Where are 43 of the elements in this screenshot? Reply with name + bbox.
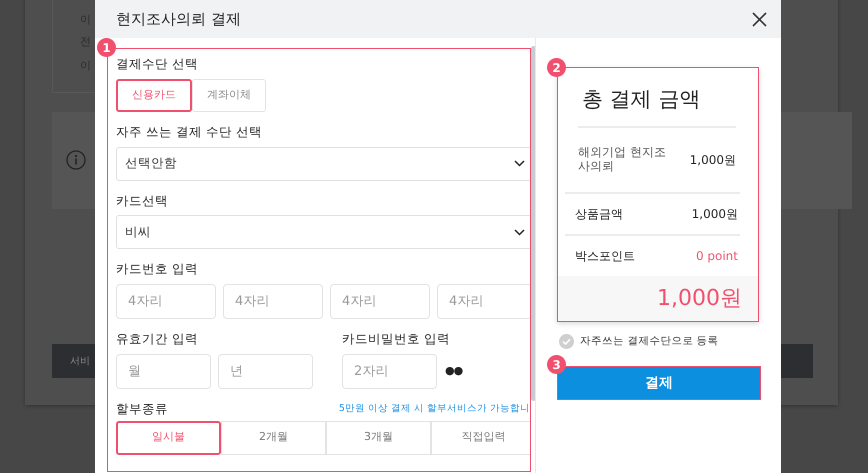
- scrollbar[interactable]: [531, 46, 536, 401]
- input-field[interactable]: 4자리: [223, 284, 323, 319]
- checkbox-label: 자주쓰는 결제수단으로 등록: [580, 334, 719, 348]
- item-price: 1,000원: [690, 152, 736, 168]
- chevron-down-icon: [514, 160, 525, 167]
- select-field[interactable]: 선택안함: [116, 146, 530, 180]
- dialog-title: 현지조사의뢰 결제: [116, 8, 241, 30]
- row-value: 1,000원: [692, 206, 738, 222]
- payment-tab[interactable]: 계좌이체: [192, 78, 266, 112]
- input-field[interactable]: 년: [218, 354, 313, 389]
- chevron-down-icon: [514, 228, 525, 236]
- input-field[interactable]: 4자리: [330, 284, 430, 319]
- field-label: 카드번호 입력: [116, 260, 199, 278]
- select-field[interactable]: 비씨: [116, 215, 530, 250]
- field-label: 결제수단 선택: [116, 55, 199, 73]
- input-field[interactable]: 월: [116, 354, 211, 389]
- info-icon: [66, 150, 86, 170]
- step-badge: 1: [97, 38, 116, 57]
- row-value: 0 point: [696, 248, 738, 264]
- installment-note: 5만원 이상 결제 시 할부서비스가 가능합니: [338, 402, 530, 416]
- summary-title: 총 결제 금액: [581, 86, 702, 113]
- step-badge: 3: [547, 355, 566, 374]
- field-label: 카드비밀번호 입력: [342, 330, 451, 348]
- close-icon[interactable]: [752, 12, 767, 26]
- field-label: 할부종류: [116, 400, 168, 418]
- row-label: 박스포인트: [575, 248, 635, 264]
- input-field[interactable]: 4자리: [437, 284, 530, 319]
- installment-tab[interactable]: 일시불: [116, 420, 221, 454]
- checkbox[interactable]: [559, 334, 574, 349]
- input-field[interactable]: 4자리: [116, 284, 216, 319]
- total-amount: 1,000원: [558, 276, 758, 320]
- item-name: 해외기업 현지조사의뢰: [578, 146, 667, 173]
- step-badge: 2: [547, 58, 566, 77]
- payment-tab[interactable]: 신용카드: [116, 78, 192, 112]
- field-label: 자주 쓰는 결제 수단 선택: [116, 122, 263, 141]
- password-field[interactable]: 2자리: [342, 354, 437, 389]
- field-label: 카드선택: [116, 192, 169, 210]
- dark-button[interactable]: [780, 344, 813, 378]
- row-label: 상품금액: [575, 206, 623, 222]
- masked-digits: ●●: [445, 363, 462, 379]
- installment-tab[interactable]: 직접입력: [431, 420, 530, 454]
- installment-tab[interactable]: 2개월: [221, 420, 326, 454]
- installment-tab[interactable]: 3개월: [326, 420, 431, 454]
